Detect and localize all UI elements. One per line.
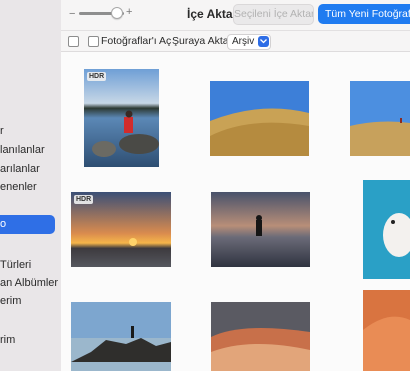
toolbar: − + İçe Aktar Seçileni İçe Aktar Tüm Yen…	[61, 0, 410, 31]
photo-beach-runner	[211, 192, 310, 267]
sidebar-item-label: enenler	[0, 181, 37, 193]
import-to-label: Şuraya Aktar:	[172, 35, 236, 47]
sidebar-item-label: rim	[0, 334, 16, 346]
hdr-badge: HDR	[74, 195, 94, 204]
chevron-down-icon	[258, 36, 270, 47]
sidebar-item[interactable]: lanılanlar	[0, 144, 45, 156]
photo-thumbnail[interactable]	[350, 81, 410, 156]
sidebar-item[interactable]: arılanlar	[0, 163, 40, 175]
select-all-checkbox[interactable]	[68, 36, 79, 47]
photo-thumbnail[interactable]	[210, 81, 309, 156]
photo-thumbnail[interactable]: HDR	[71, 192, 171, 267]
sidebar-item-label: erim	[0, 295, 22, 307]
sidebar-item[interactable]: erim	[0, 295, 21, 307]
photo-dog	[363, 180, 410, 279]
zoom-slider-knob[interactable]	[111, 7, 123, 19]
photo-sandstone	[211, 302, 310, 371]
import-destination-select[interactable]: Arşiv	[227, 34, 272, 50]
photo-thumbnail[interactable]	[363, 180, 410, 279]
sidebar: r lanılanlar arılanlar enenler o Türleri…	[0, 0, 62, 371]
photo-thumbnail[interactable]	[211, 302, 310, 371]
sidebar-item[interactable]: enenler	[0, 181, 37, 193]
zoom-in-button[interactable]: +	[126, 6, 132, 18]
import-selected-button[interactable]: Seçileni İçe Aktar	[233, 4, 314, 25]
open-photos-label: Fotoğraflar'ı Aç	[101, 35, 172, 47]
sidebar-item[interactable]: r	[0, 125, 4, 137]
sidebar-item-label: o	[0, 218, 7, 230]
sidebar-item-label: arılanlar	[0, 163, 40, 175]
photo-thumbnail[interactable]: HDR	[84, 69, 159, 167]
photo-thumbnail[interactable]	[363, 290, 410, 371]
photo-grid: HDR HDR	[61, 52, 410, 371]
sidebar-item-label: lanılanlar	[0, 144, 45, 156]
sidebar-item[interactable]: an Albümler	[0, 277, 58, 289]
sidebar-item-selected[interactable]: o	[0, 215, 55, 234]
zoom-out-button[interactable]: −	[69, 8, 75, 20]
sidebar-item-label: Türleri	[0, 259, 32, 271]
sidebar-item[interactable]: rim	[0, 334, 15, 346]
photo-lake-sunrise	[84, 69, 159, 167]
open-photos-checkbox[interactable]	[88, 36, 99, 47]
photo-rock-shore	[71, 302, 171, 371]
import-options-bar: Fotoğraflar'ı Aç Şuraya Aktar: Arşiv	[61, 31, 410, 52]
sidebar-item-label: an Albümler	[0, 277, 59, 289]
sidebar-item-label: r	[0, 125, 4, 137]
sidebar-item[interactable]: Türleri	[0, 259, 31, 271]
import-all-new-button[interactable]: Tüm Yeni Fotoğrafları İçe Aktar	[318, 4, 410, 24]
photo-red-dunes	[363, 290, 410, 371]
photo-field-walker	[350, 81, 410, 156]
photo-thumbnail[interactable]	[71, 302, 171, 371]
page-title: İçe Aktar	[187, 7, 238, 21]
hdr-badge: HDR	[87, 72, 107, 81]
photo-thumbnail[interactable]	[211, 192, 310, 267]
photo-golden-hill	[210, 81, 309, 156]
import-destination-value: Arşiv	[232, 36, 255, 47]
